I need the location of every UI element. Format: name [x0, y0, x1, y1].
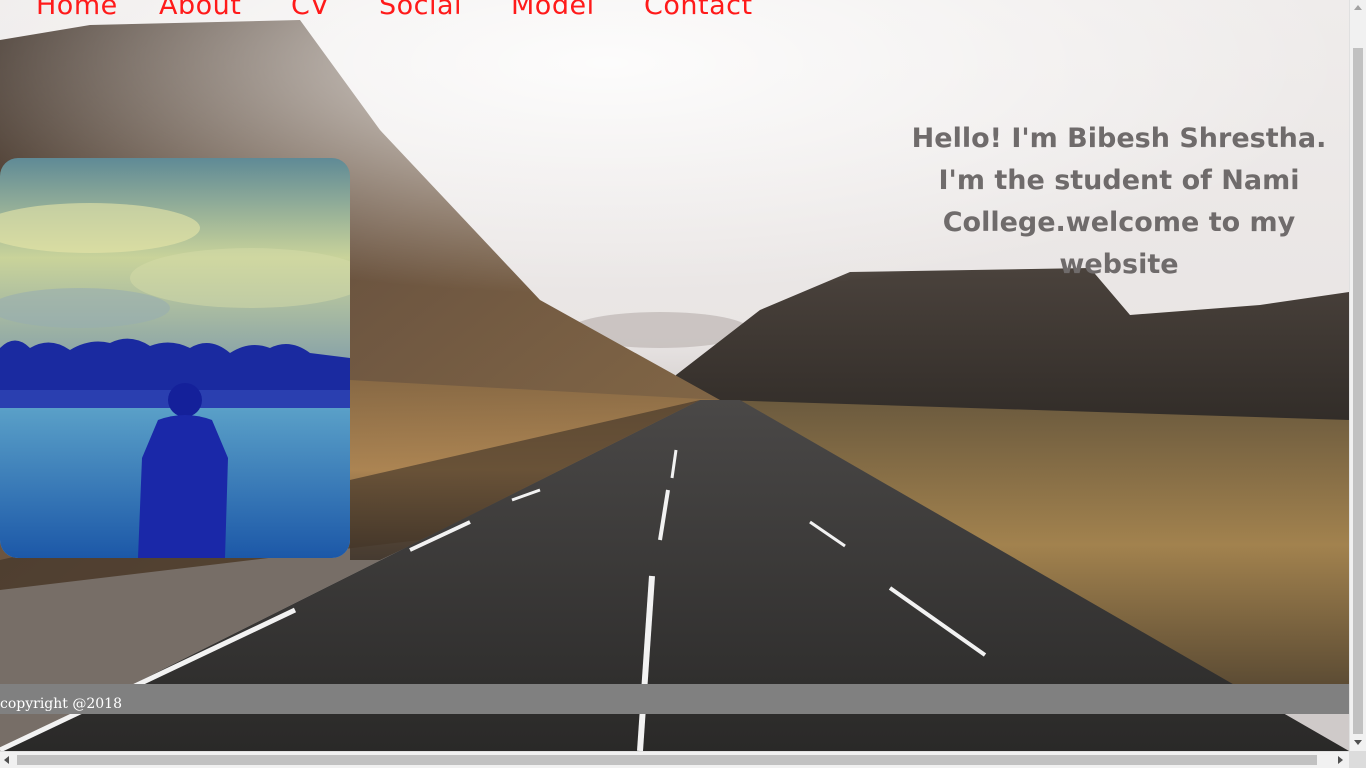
nav-about-link[interactable]: About	[159, 0, 241, 26]
intro-line-3: College.welcome to my website	[942, 207, 1296, 280]
profile-photo	[0, 158, 350, 558]
nav-social-link[interactable]: Social	[379, 0, 462, 26]
triangle-left-icon[interactable]	[4, 756, 9, 764]
nav-contact-link[interactable]: Contact	[644, 0, 753, 26]
triangle-right-icon[interactable]	[1338, 756, 1343, 764]
vertical-scrollbar[interactable]	[1349, 0, 1366, 751]
horizontal-scrollbar[interactable]	[0, 751, 1349, 768]
copyright-text: copyright @2018	[0, 696, 122, 712]
nav-model-link[interactable]: Model	[511, 0, 595, 26]
intro-text: Hello! I'm Bibesh Shrestha. I'm the stud…	[880, 118, 1349, 286]
profile-photo-image	[0, 158, 350, 558]
vertical-scrollbar-thumb[interactable]	[1353, 48, 1363, 734]
triangle-up-icon[interactable]	[1354, 5, 1362, 10]
triangle-down-icon[interactable]	[1354, 740, 1362, 745]
nav-cv-link[interactable]: CV	[291, 0, 329, 26]
scrollbar-corner	[1349, 751, 1366, 768]
intro-line-1: Hello! I'm Bibesh Shrestha.	[911, 123, 1327, 154]
horizontal-scrollbar-thumb[interactable]	[17, 755, 1317, 765]
intro-line-2: I'm the student of Nami	[938, 165, 1300, 196]
footer: copyright @2018	[0, 684, 1349, 714]
nav-home-link[interactable]: Home	[36, 0, 118, 26]
page-viewport: Home About CV Social Model Contact Hello…	[0, 0, 1349, 751]
